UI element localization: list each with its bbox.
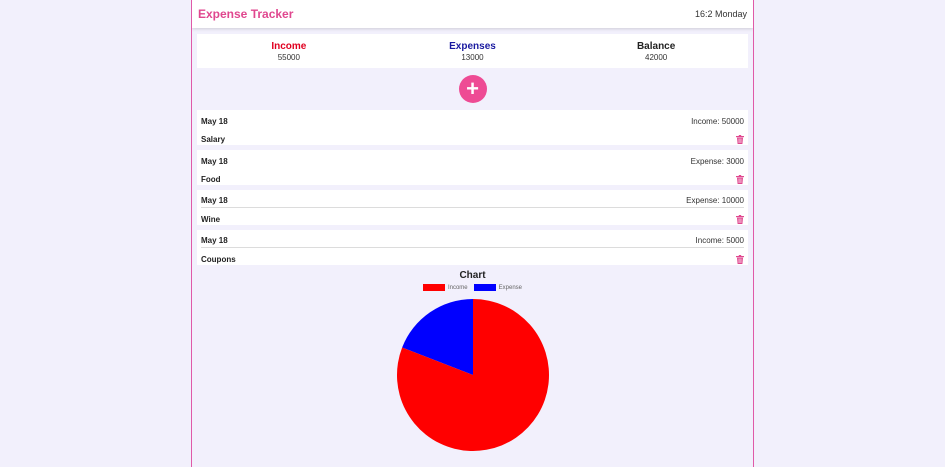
trash-icon[interactable] [736, 214, 744, 224]
legend-label-expense: Expense [498, 284, 523, 291]
balance-label: Balance [636, 40, 676, 52]
income-value: 55000 [277, 52, 300, 62]
add-area: + [192, 68, 753, 110]
balance-summary: Balance 42000 [565, 41, 747, 62]
income-summary: Income 55000 [198, 41, 380, 62]
app-title: Expense Tracker [198, 7, 294, 21]
income-label: Income [271, 40, 307, 52]
transaction-name: Salary [201, 134, 226, 144]
expense-summary: Expenses 13000 [382, 41, 564, 62]
transaction-amount: Income: 50000 [691, 116, 744, 126]
expense-label: Expenses [449, 40, 496, 52]
balance-value: 42000 [645, 52, 668, 62]
transaction-name: Wine [201, 214, 221, 224]
app-container: Expense Tracker 16:2 Monday Income 55000… [191, 0, 754, 467]
transaction-amount: Expense: 3000 [690, 156, 744, 166]
add-transaction-button[interactable]: + [458, 75, 487, 103]
transaction-amount: Expense: 10000 [686, 196, 744, 205]
chart-legend: Income Expense [192, 284, 753, 291]
transaction-item: May 18 Income: 50000 Salary [197, 110, 748, 145]
summary-bar: Income 55000 Expenses 13000 Balance 4200… [197, 34, 748, 68]
transaction-item: May 18 Expense: 3000 Food [197, 150, 748, 185]
transaction-date: May 18 [201, 196, 228, 205]
trash-icon[interactable] [736, 254, 744, 264]
trash-icon[interactable] [736, 174, 744, 184]
transaction-name: Food [201, 174, 221, 184]
transaction-name: Coupons [201, 254, 236, 264]
legend-item-expense[interactable]: Expense [473, 284, 523, 291]
transaction-date: May 18 [201, 116, 228, 126]
expense-value: 13000 [461, 52, 484, 62]
transaction-amount: Income: 5000 [695, 236, 744, 245]
chart-section: Chart Income Expense [192, 270, 753, 460]
pie-chart [396, 299, 549, 451]
transaction-item: May 18 Income: 5000 Coupons [197, 230, 748, 265]
clock-display: 16:2 Monday [694, 9, 747, 19]
legend-swatch-expense [473, 284, 496, 291]
trash-icon[interactable] [736, 134, 744, 144]
transaction-date: May 18 [201, 156, 228, 166]
transaction-item: May 18 Expense: 10000 Wine [197, 190, 748, 225]
legend-swatch-income [422, 284, 445, 291]
chart-title: Chart [459, 270, 486, 281]
legend-label-income: Income [447, 284, 468, 291]
transaction-date: May 18 [201, 236, 228, 245]
legend-item-income[interactable]: Income [422, 284, 468, 291]
header: Expense Tracker 16:2 Monday [192, 0, 753, 28]
